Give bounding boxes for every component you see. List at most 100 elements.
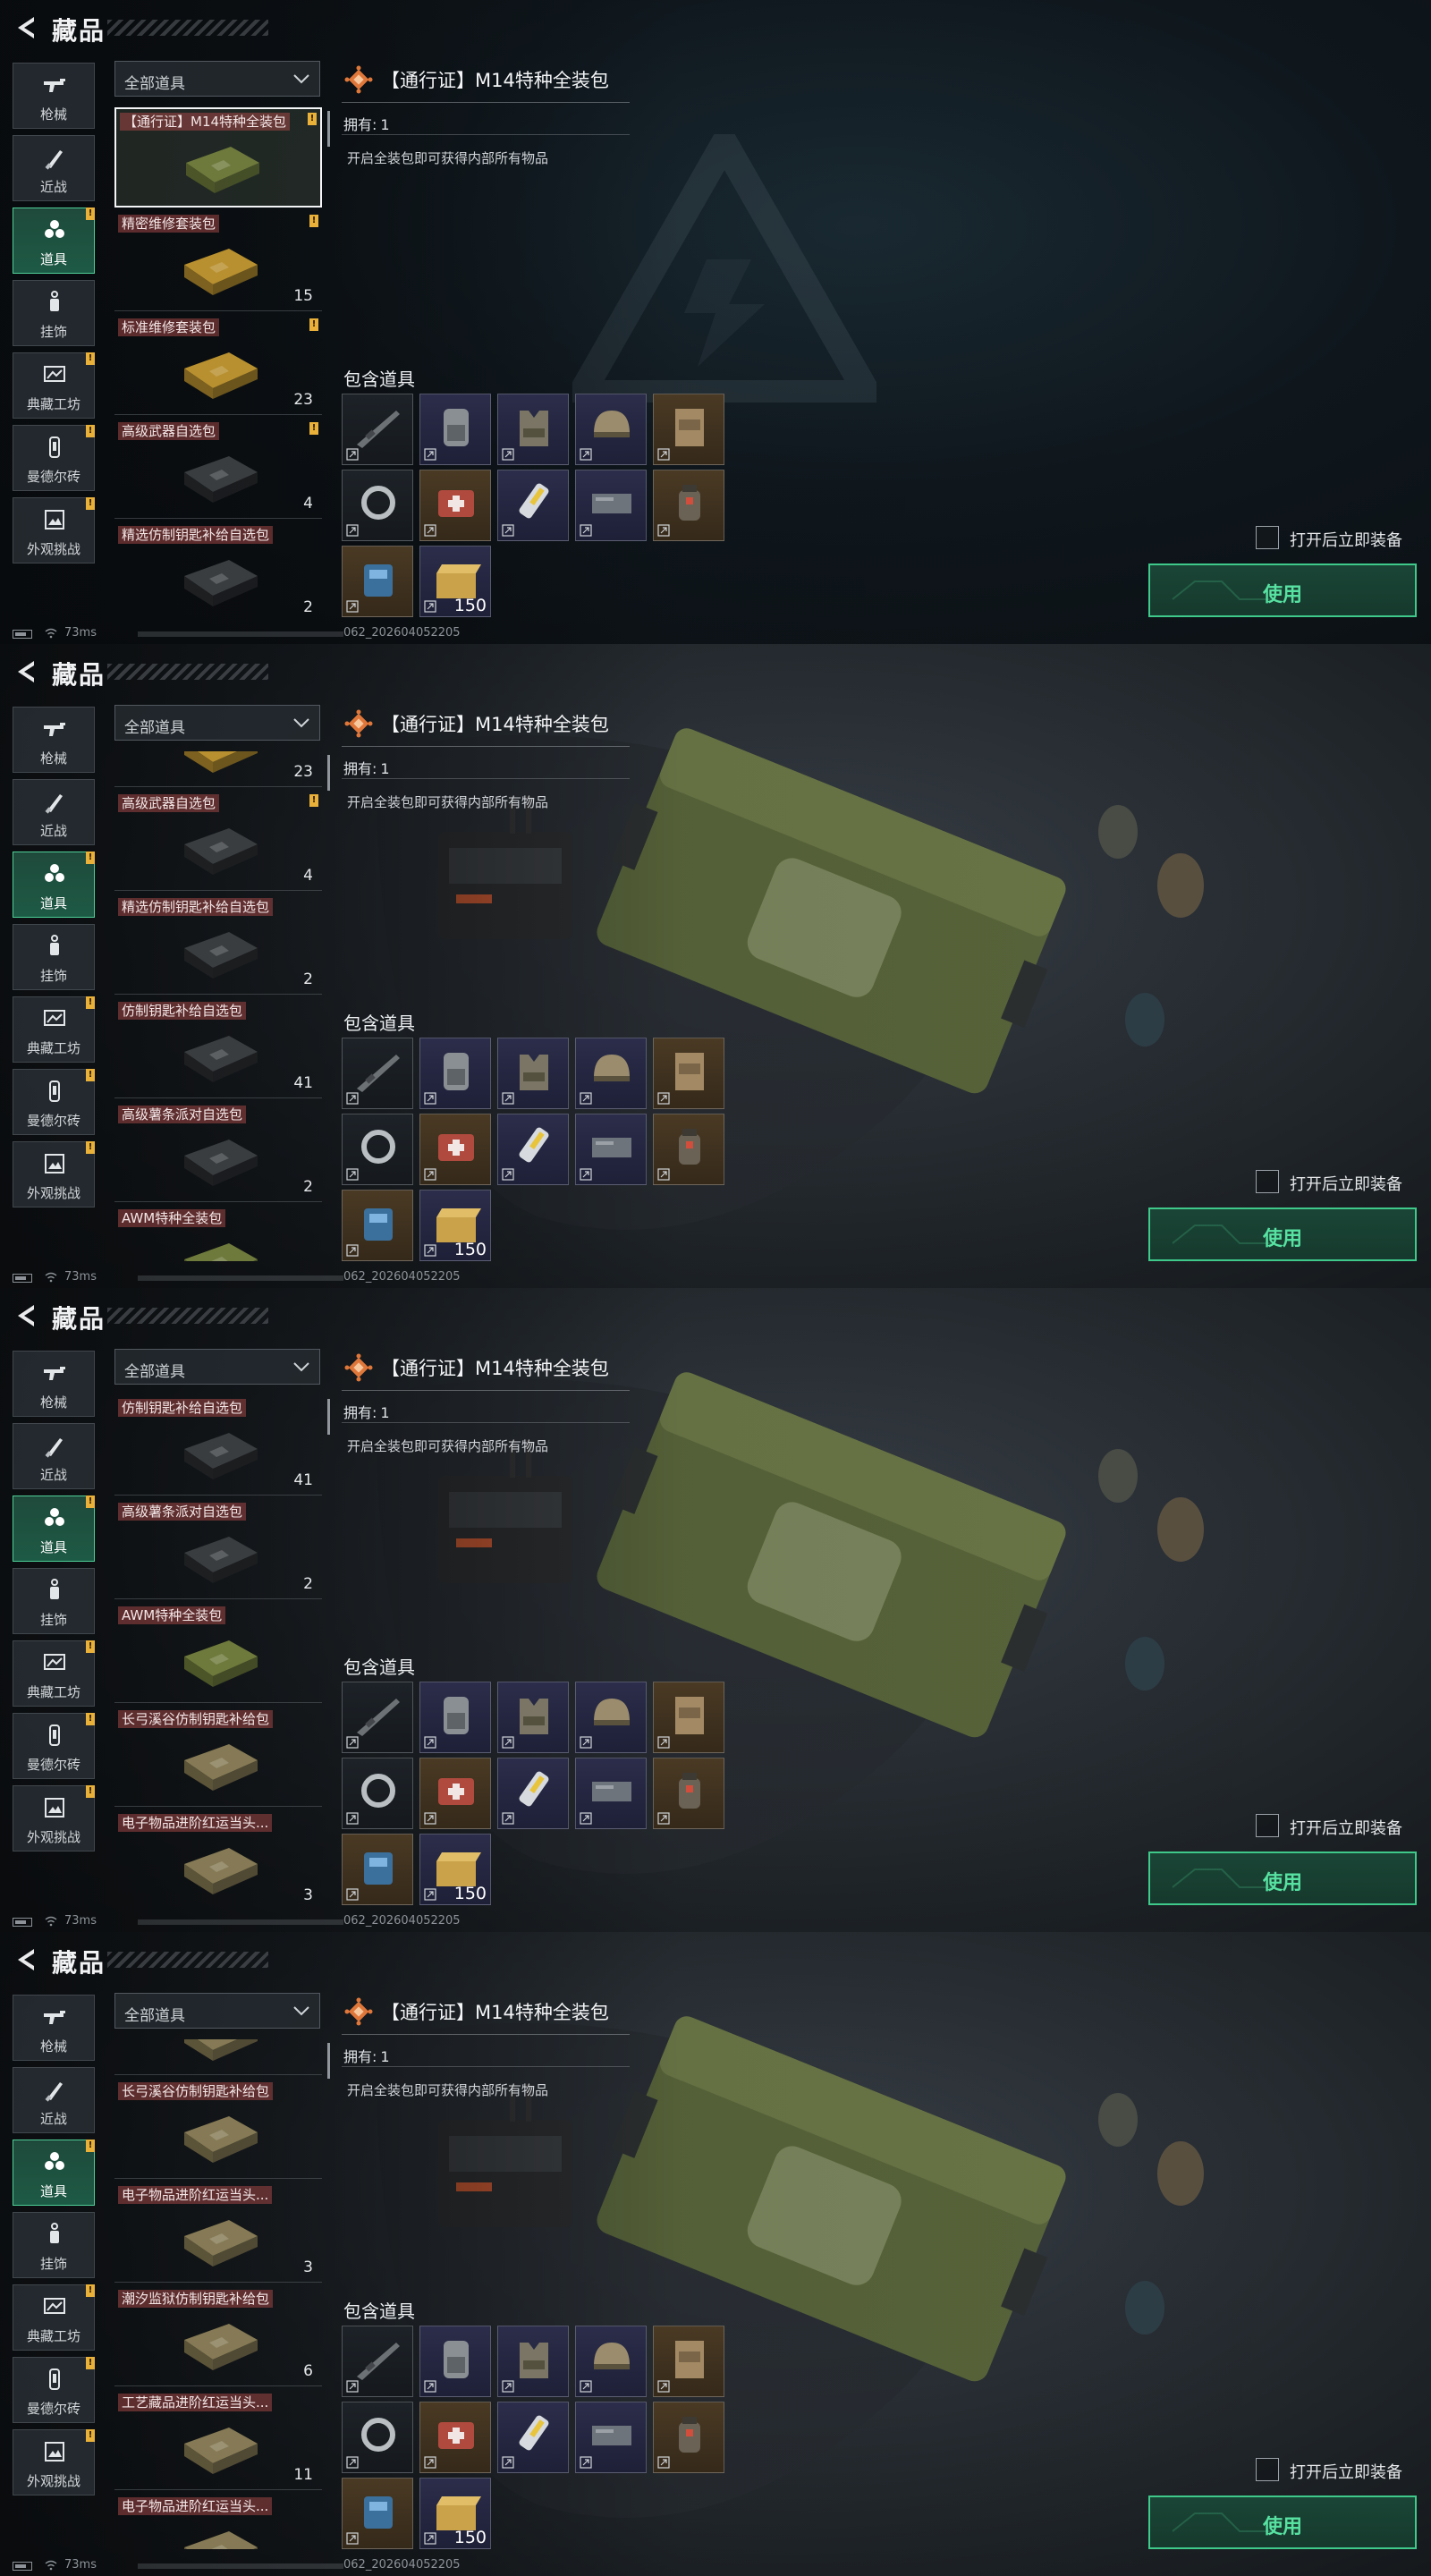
content-item-backpack[interactable]	[419, 394, 491, 465]
content-item-plate-carrier[interactable]	[653, 1682, 724, 1753]
list-item[interactable]: 高级武器自选包 4!	[114, 791, 322, 891]
content-item-plate[interactable]	[575, 2402, 647, 2473]
item-list[interactable]: 【通行证】M14特种全装包! 精密维修套装包 15! 标准维修套装包 23! 高级武器自选…	[114, 107, 322, 617]
content-item-syringe[interactable]	[497, 1758, 569, 1829]
content-item-helmet[interactable]	[575, 1682, 647, 1753]
back-arrow-icon[interactable]	[14, 1302, 39, 1329]
content-item-medkit[interactable]	[419, 1758, 491, 1829]
list-item[interactable]: AWM特种全装包	[114, 1603, 322, 1703]
content-item-plate-carrier[interactable]	[653, 1038, 724, 1109]
category-tab-3[interactable]: 挂饰	[13, 924, 95, 990]
content-item-vest[interactable]	[497, 2326, 569, 2397]
item-list[interactable]: 长弓溪谷仿制钥匙补给包 电子物品进阶红运当头... 3 潮汐监狱仿制钥匙补给包 6 工艺藏…	[114, 2039, 322, 2549]
content-item-plate[interactable]	[575, 1114, 647, 1185]
list-item[interactable]: 标准维修套装包 23!	[114, 315, 322, 415]
content-item-vest[interactable]	[497, 1682, 569, 1753]
category-tab-2[interactable]: 道具!	[13, 208, 95, 274]
list-item[interactable]: 精选仿制钥匙补给自选包 2	[114, 522, 322, 617]
content-item-syringe[interactable]	[497, 470, 569, 541]
list-item[interactable]: 长弓溪谷仿制钥匙补给包	[114, 1707, 322, 1807]
list-item[interactable]: AWM特种全装包	[114, 1206, 322, 1261]
filter-dropdown[interactable]: 全部道具	[114, 1349, 320, 1385]
category-tab-6[interactable]: 外观挑战!	[13, 2429, 95, 2496]
category-tab-4[interactable]: 典藏工坊!	[13, 996, 95, 1063]
list-item[interactable]: 高级薯条派对自选包 2	[114, 1499, 322, 1599]
list-scrollbar[interactable]	[327, 2043, 330, 2079]
list-item[interactable]: 精选仿制钥匙补给自选包 2	[114, 894, 322, 995]
content-item-battery[interactable]	[342, 1834, 413, 1905]
list-item[interactable]: 工艺藏品进阶红运当头... 11	[114, 2390, 322, 2490]
use-button[interactable]: 使用	[1148, 2496, 1417, 2549]
content-item-rifle[interactable]	[342, 2326, 413, 2397]
auto-equip-checkbox[interactable]	[1256, 2458, 1279, 2481]
content-item-plate-carrier[interactable]	[653, 2326, 724, 2397]
category-tab-0[interactable]: 枪械	[13, 1351, 95, 1417]
back-arrow-icon[interactable]	[14, 1946, 39, 1973]
category-tab-6[interactable]: 外观挑战!	[13, 1141, 95, 1208]
content-item-grenade[interactable]	[653, 1758, 724, 1829]
category-tab-2[interactable]: 道具!	[13, 852, 95, 918]
content-item-rifle[interactable]	[342, 1038, 413, 1109]
content-item-ring[interactable]	[342, 470, 413, 541]
content-item-backpack[interactable]	[419, 2326, 491, 2397]
auto-equip-checkbox[interactable]	[1256, 1814, 1279, 1837]
list-item[interactable]: 潮汐监狱仿制钥匙补给包 6	[114, 2286, 322, 2386]
filter-dropdown[interactable]: 全部道具	[114, 705, 320, 741]
content-item-medkit[interactable]	[419, 470, 491, 541]
filter-dropdown[interactable]: 全部道具	[114, 61, 320, 97]
list-item[interactable]: 精密维修套装包 15!	[114, 211, 322, 311]
content-item-ring[interactable]	[342, 2402, 413, 2473]
content-item-grenade[interactable]	[653, 2402, 724, 2473]
list-item[interactable]: 电子物品进阶红运当头... 3	[114, 1810, 322, 1905]
list-item[interactable]	[114, 2039, 322, 2075]
list-scrollbar[interactable]	[327, 755, 330, 791]
category-tab-4[interactable]: 典藏工坊!	[13, 352, 95, 419]
category-tab-5[interactable]: 曼德尔砖!	[13, 425, 95, 491]
content-item-rifle[interactable]	[342, 394, 413, 465]
use-button[interactable]: 使用	[1148, 1852, 1417, 1905]
category-tab-1[interactable]: 近战	[13, 779, 95, 845]
content-item-vest[interactable]	[497, 1038, 569, 1109]
category-tab-0[interactable]: 枪械	[13, 63, 95, 129]
content-item-grenade[interactable]	[653, 1114, 724, 1185]
back-arrow-icon[interactable]	[14, 658, 39, 685]
list-item[interactable]: 长弓溪谷仿制钥匙补给包	[114, 2079, 322, 2179]
content-item-helmet[interactable]	[575, 2326, 647, 2397]
content-item-ring[interactable]	[342, 1114, 413, 1185]
use-button[interactable]: 使用	[1148, 1208, 1417, 1261]
list-item[interactable]: 23	[114, 751, 322, 787]
category-tab-2[interactable]: 道具!	[13, 2140, 95, 2206]
list-item[interactable]: 高级武器自选包 4!	[114, 419, 322, 519]
content-item-vest[interactable]	[497, 394, 569, 465]
category-tab-0[interactable]: 枪械	[13, 1995, 95, 2061]
item-list[interactable]: 23 高级武器自选包 4! 精选仿制钥匙补给自选包 2 仿制钥匙补给自选包 41 高级薯条派对…	[114, 751, 322, 1261]
list-item[interactable]: 电子物品进阶红运当头... 3	[114, 2182, 322, 2283]
category-tab-5[interactable]: 曼德尔砖!	[13, 2357, 95, 2423]
content-item-ammo-box[interactable]: 150	[419, 546, 491, 617]
content-item-grenade[interactable]	[653, 470, 724, 541]
content-item-rifle[interactable]	[342, 1682, 413, 1753]
list-scrollbar[interactable]	[327, 1399, 330, 1435]
category-tab-3[interactable]: 挂饰	[13, 1568, 95, 1634]
content-item-battery[interactable]	[342, 546, 413, 617]
content-item-ammo-box[interactable]: 150	[419, 2478, 491, 2549]
list-item[interactable]: 电子物品进阶红运当头...	[114, 2494, 322, 2549]
list-item[interactable]: 仿制钥匙补给自选包 41	[114, 998, 322, 1098]
content-item-backpack[interactable]	[419, 1682, 491, 1753]
content-item-medkit[interactable]	[419, 1114, 491, 1185]
content-item-ring[interactable]	[342, 1758, 413, 1829]
category-tab-1[interactable]: 近战	[13, 135, 95, 201]
category-tab-5[interactable]: 曼德尔砖!	[13, 1069, 95, 1135]
category-tab-6[interactable]: 外观挑战!	[13, 1785, 95, 1852]
back-arrow-icon[interactable]	[14, 14, 39, 41]
category-tab-1[interactable]: 近战	[13, 2067, 95, 2133]
content-item-helmet[interactable]	[575, 1038, 647, 1109]
list-item[interactable]: 【通行证】M14特种全装包!	[114, 107, 322, 208]
category-tab-2[interactable]: 道具!	[13, 1496, 95, 1562]
content-item-battery[interactable]	[342, 2478, 413, 2549]
category-tab-1[interactable]: 近战	[13, 1423, 95, 1489]
content-item-syringe[interactable]	[497, 1114, 569, 1185]
category-tab-5[interactable]: 曼德尔砖!	[13, 1713, 95, 1779]
auto-equip-checkbox[interactable]	[1256, 1170, 1279, 1193]
content-item-helmet[interactable]	[575, 394, 647, 465]
